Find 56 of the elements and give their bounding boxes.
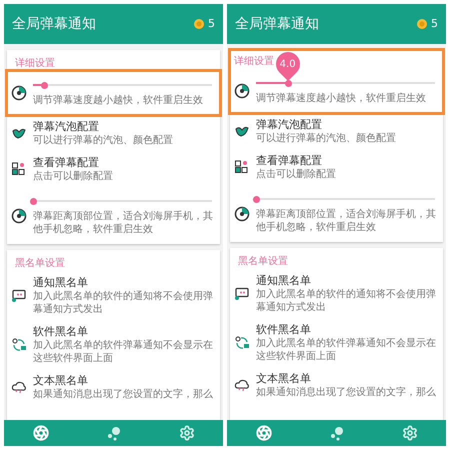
- coin-icon: [194, 19, 204, 29]
- bubbles-icon[interactable]: [106, 425, 122, 441]
- setting-description: 加入此黑名单的软件弹幕通知不会显示在这些软件界面上面: [256, 337, 437, 363]
- slider-description: 弹幕距离顶部位置，适合刘海屏手机，其他手机忽略，软件重启生效: [256, 208, 437, 234]
- disc-icon: [234, 206, 250, 222]
- cloud-icon: [234, 377, 250, 393]
- disc-icon: [234, 83, 250, 99]
- setting-description: 点击可以删除配置: [33, 170, 114, 183]
- setting-title[interactable]: 弹幕汽泡配置: [256, 117, 439, 132]
- setting-description: 可以进行弹幕的汽泡、颜色配置: [33, 134, 174, 147]
- section-title: 黑名单设置: [237, 254, 289, 269]
- setting-description: 加入此黑名单的软件的通知将不会使用弹幕通知方式发出: [256, 288, 437, 314]
- setting-title[interactable]: 通知黑名单: [256, 273, 439, 288]
- disc-icon: [11, 208, 27, 224]
- monitor-icon: [11, 288, 27, 304]
- aperture-icon[interactable]: [256, 425, 272, 441]
- setting-title[interactable]: 弹幕汽泡配置: [33, 119, 216, 134]
- settings-icon[interactable]: [402, 425, 418, 441]
- app-title: 全局弹幕通知: [235, 14, 319, 34]
- blocks-icon: [234, 159, 250, 175]
- setting-description: 如果通知消息出现了您设置的文字，那么: [33, 388, 214, 401]
- app-title: 全局弹幕通知: [12, 14, 96, 34]
- coin-count: 5: [431, 16, 438, 32]
- aperture-icon[interactable]: [32, 425, 48, 441]
- setting-description: 点击可以删除配置: [256, 168, 337, 181]
- coin-count: 5: [208, 16, 215, 32]
- exchange-icon: [11, 336, 27, 352]
- setting-title[interactable]: 通知黑名单: [33, 275, 216, 290]
- cloud-icon: [11, 379, 27, 395]
- setting-title[interactable]: 文本黑名单: [256, 371, 439, 386]
- setting-description: 加入此黑名单的软件的通知将不会使用弹幕通知方式发出: [33, 290, 214, 316]
- monitor-icon: [234, 286, 250, 302]
- section-title: 详细设置: [14, 56, 56, 71]
- slider-thumb[interactable]: [253, 196, 260, 202]
- coin-icon: [417, 19, 427, 29]
- blocks-icon: [11, 161, 27, 177]
- disc-icon: [11, 85, 27, 101]
- setting-description: 可以进行弹幕的汽泡、颜色配置: [256, 132, 397, 145]
- setting-title[interactable]: 软件黑名单: [33, 324, 216, 339]
- section-title: 黑名单设置: [14, 256, 66, 271]
- settings-icon[interactable]: [178, 425, 194, 441]
- setting-description: 加入此黑名单的软件弹幕通知不会显示在这些软件界面上面: [33, 339, 214, 365]
- setting-title[interactable]: 软件黑名单: [256, 322, 439, 337]
- section-title: 详细设置: [234, 54, 274, 69]
- slider-description: 弹幕距离顶部位置，适合刘海屏手机，其他手机忽略，软件重启生效: [33, 210, 214, 236]
- setting-title[interactable]: 查看弹幕配置: [256, 153, 439, 168]
- slider-thumb[interactable]: [40, 82, 48, 88]
- exchange-icon: [234, 334, 250, 350]
- setting-description: 如果通知消息出现了您设置的文字，那么: [256, 386, 437, 399]
- slider-thumb[interactable]: [285, 80, 292, 86]
- bubbles-icon[interactable]: [328, 425, 344, 441]
- slider-thumb[interactable]: [30, 198, 37, 204]
- slider-description: 调节弹幕速度越小越快，软件重启生效: [256, 92, 427, 105]
- setting-title[interactable]: 查看弹幕配置: [33, 155, 216, 170]
- slider-description: 调节弹幕速度越小越快，软件重启生效: [33, 94, 204, 107]
- setting-title[interactable]: 文本黑名单: [33, 373, 216, 388]
